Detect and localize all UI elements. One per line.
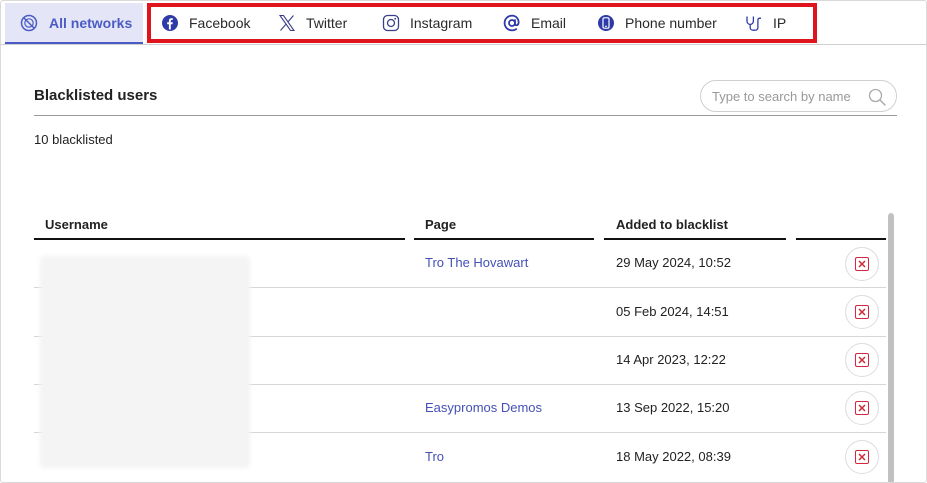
blacklist-panel: All networks Facebook Twitter Instagram (0, 0, 927, 483)
search-input[interactable] (712, 88, 857, 104)
row-5-added-date: 18 May 2022, 08:39 (616, 449, 731, 464)
redacted-usernames (40, 256, 250, 468)
close-box-icon (855, 305, 869, 319)
column-header-username: Username (45, 217, 108, 232)
search-box[interactable] (700, 80, 897, 112)
row-3-added-date: 14 Apr 2023, 12:22 (616, 352, 726, 367)
search-icon[interactable] (867, 87, 887, 112)
header-underline-actions (796, 238, 886, 240)
row-4-page-link[interactable]: Easypromos Demos (425, 400, 542, 415)
row-1-page-link[interactable]: Tro The Hovawart (425, 255, 528, 270)
row-2-added-date: 05 Feb 2024, 14:51 (616, 304, 729, 319)
row-5-remove-button[interactable] (845, 440, 879, 474)
row-4-added-date: 13 Sep 2022, 15:20 (616, 400, 730, 415)
row-3-remove-button[interactable] (845, 343, 879, 377)
row-1-added-date: 29 May 2024, 10:52 (616, 255, 731, 270)
table-scrollbar-thumb[interactable] (888, 213, 894, 482)
highlight-box (147, 3, 817, 43)
close-box-icon (855, 450, 869, 464)
row-2-remove-button[interactable] (845, 295, 879, 329)
row-1-remove-button[interactable] (845, 247, 879, 281)
close-box-icon (855, 353, 869, 367)
header-divider (34, 115, 897, 116)
tab-all-networks-label: All networks (49, 14, 133, 31)
row-4-remove-button[interactable] (845, 391, 879, 425)
close-box-icon (855, 257, 869, 271)
column-header-added: Added to blacklist (616, 217, 728, 232)
tab-all-networks[interactable]: All networks (5, 3, 143, 44)
page-title: Blacklisted users (34, 87, 158, 104)
blacklist-count: 10 blacklisted (34, 132, 113, 147)
header-underline-page (414, 238, 594, 240)
header-underline-added (604, 238, 786, 240)
header-underline-username (34, 238, 405, 240)
row-5-page-link[interactable]: Tro (425, 449, 444, 464)
close-box-icon (855, 401, 869, 415)
column-header-page: Page (425, 217, 457, 232)
no-entry-icon (20, 14, 38, 32)
network-tab-bar: All networks Facebook Twitter Instagram (1, 1, 926, 45)
